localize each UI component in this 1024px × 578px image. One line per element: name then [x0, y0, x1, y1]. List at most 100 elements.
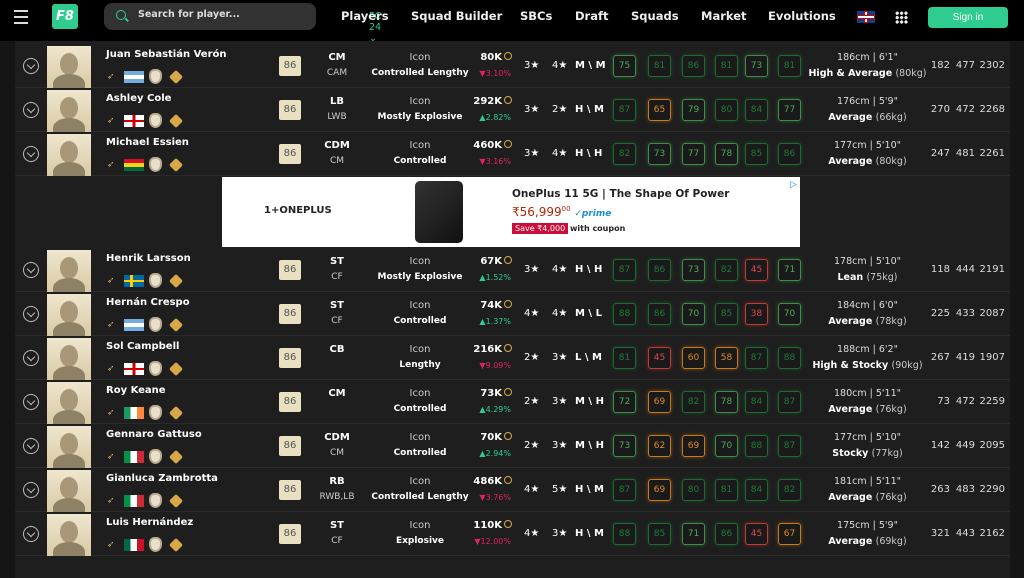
nav-evolutions[interactable]: Evolutions — [768, 9, 836, 23]
ad-save-badge: Save ₹4,000 — [512, 223, 569, 234]
table-row[interactable]: Luis Hernández ➶ 86 ST CF Icon Explosive… — [15, 512, 1010, 556]
player-name[interactable]: Luis Hernández — [106, 517, 193, 528]
position: CB — [329, 344, 345, 355]
nav-sbcs[interactable]: SBCs — [520, 9, 552, 23]
icon-club-badge — [149, 493, 162, 508]
player-name[interactable]: Henrik Larsson — [106, 253, 191, 264]
logo[interactable]: F8 — [52, 4, 78, 29]
search-input[interactable] — [138, 9, 258, 20]
stat-box: 87 — [778, 435, 801, 457]
coin-icon — [504, 344, 512, 352]
position: CDM — [324, 140, 350, 151]
price: 292K — [455, 96, 512, 107]
height: 176cm | 5'9" — [837, 96, 898, 107]
search-bar: FC 24 ⌄ — [104, 3, 381, 44]
player-badges: ➶ — [107, 317, 184, 332]
player-name[interactable]: Roy Keane — [106, 385, 166, 396]
table-row[interactable]: Henrik Larsson ➶ 86 ST CF Icon Mostly Ex… — [15, 248, 1010, 292]
stat-box: 67 — [778, 523, 801, 545]
work-rates: H \ M — [575, 104, 604, 115]
stat-total-2: 419 — [955, 352, 975, 363]
player-name[interactable]: Gianluca Zambrotta — [106, 473, 218, 484]
player-name[interactable]: Michael Essien — [106, 137, 189, 148]
stat-box: 45 — [648, 347, 671, 369]
weak-foot: 3★ — [552, 528, 568, 539]
menu-icon[interactable] — [14, 10, 28, 24]
uk-flag-icon[interactable] — [857, 11, 875, 23]
table-row[interactable]: Ashley Cole ➶ 86 LB LWB Icon Mostly Expl… — [15, 88, 1010, 132]
body-type: Stocky (77kg) — [832, 448, 903, 459]
price-change: ▼3.76% — [479, 493, 511, 502]
alt-positions: CF — [331, 536, 343, 546]
player-avatar — [47, 250, 91, 292]
weak-foot: 4★ — [552, 264, 568, 275]
stat-box: 86 — [648, 303, 671, 325]
nav-squad-builder[interactable]: Squad Builder — [411, 9, 502, 23]
stat-box: 73 — [682, 259, 705, 281]
stat-box: 87 — [613, 99, 636, 121]
expand-chevron-icon[interactable] — [23, 438, 39, 454]
accelerate-icon: ➶ — [107, 451, 115, 462]
icon-club-badge — [149, 449, 162, 464]
player-name[interactable]: Sol Campbell — [106, 341, 179, 352]
stat-box: 88 — [778, 347, 801, 369]
sign-in-button[interactable]: Sign in — [928, 7, 1008, 28]
table-row[interactable]: Juan Sebastián Verón ➶ 86 CM CAM Icon Co… — [15, 44, 1010, 88]
icon-club-badge — [149, 113, 162, 128]
body-type: Average (78kg) — [828, 316, 907, 327]
stat-total-2: 481 — [955, 148, 975, 159]
table-row[interactable]: Hernán Crespo ➶ 86 ST CF Icon Controlled… — [15, 292, 1010, 336]
player-name[interactable]: Juan Sebastián Verón — [106, 49, 226, 60]
stat-box: 78 — [715, 391, 738, 413]
icon-club-badge — [149, 361, 162, 376]
ad-brand-logo: 1+ONEPLUS — [264, 205, 332, 216]
expand-chevron-icon[interactable] — [23, 102, 39, 118]
expand-chevron-icon[interactable] — [23, 350, 39, 366]
apps-grid-icon[interactable] — [895, 11, 908, 24]
skill-moves: 4★ — [524, 528, 540, 539]
position: CDM — [324, 432, 350, 443]
nav-draft[interactable]: Draft — [575, 9, 608, 23]
price: 460K — [455, 140, 512, 151]
table-row[interactable]: Michael Essien ➶ 86 CDM CM Icon Controll… — [15, 132, 1010, 176]
price-change: ▼12.00% — [474, 537, 511, 546]
coin-icon — [504, 52, 512, 60]
nav-players[interactable]: Players — [341, 9, 389, 23]
stat-box: 79 — [682, 99, 705, 121]
expand-chevron-icon[interactable] — [23, 146, 39, 162]
work-rates: H \ H — [575, 148, 603, 159]
player-name[interactable]: Gennaro Gattuso — [106, 429, 202, 440]
player-avatar — [47, 514, 91, 556]
advertisement[interactable]: 1+ONEPLUS OnePlus 11 5G | The Shape Of P… — [222, 177, 800, 247]
rating-badge: 86 — [279, 392, 301, 412]
chemistry-icon — [168, 157, 184, 172]
stat-box: 87 — [745, 347, 768, 369]
nav-squads[interactable]: Squads — [631, 9, 679, 23]
table-row[interactable]: Gennaro Gattuso ➶ 86 CDM CM Icon Control… — [15, 424, 1010, 468]
adchoices-icon[interactable]: ▷ — [790, 180, 797, 190]
expand-chevron-icon[interactable] — [23, 306, 39, 322]
player-name[interactable]: Hernán Crespo — [106, 297, 190, 308]
table-row[interactable]: Sol Campbell ➶ 86 CB Icon Lengthy 216K ▼… — [15, 336, 1010, 380]
body-type: Average (80kg) — [828, 156, 907, 167]
expand-chevron-icon[interactable] — [23, 58, 39, 74]
expand-chevron-icon[interactable] — [23, 262, 39, 278]
expand-chevron-icon[interactable] — [23, 482, 39, 498]
stat-total-3: 2268 — [979, 104, 1005, 115]
table-row[interactable]: Gianluca Zambrotta ➶ 86 RB RWB,LB Icon C… — [15, 468, 1010, 512]
price: 74K — [455, 300, 512, 311]
stat-total-2: 433 — [955, 308, 975, 319]
stat-box: 88 — [613, 523, 636, 545]
rating-badge: 86 — [279, 436, 301, 456]
ad-price: ₹56,99900 ✓prime — [512, 205, 612, 219]
skill-moves: 2★ — [524, 396, 540, 407]
expand-chevron-icon[interactable] — [23, 526, 39, 542]
expand-chevron-icon[interactable] — [23, 394, 39, 410]
nav-market[interactable]: Market — [701, 9, 747, 23]
alt-positions: CAM — [326, 68, 348, 78]
rating-badge: 86 — [279, 304, 301, 324]
work-rates: M \ M — [575, 60, 606, 71]
table-row[interactable]: Roy Keane ➶ 86 CM Icon Controlled 73K ▲4… — [15, 380, 1010, 424]
top-nav: F8 FC 24 ⌄ Players Squad Builder SBCs Dr… — [0, 0, 1024, 44]
player-name[interactable]: Ashley Cole — [106, 93, 171, 104]
